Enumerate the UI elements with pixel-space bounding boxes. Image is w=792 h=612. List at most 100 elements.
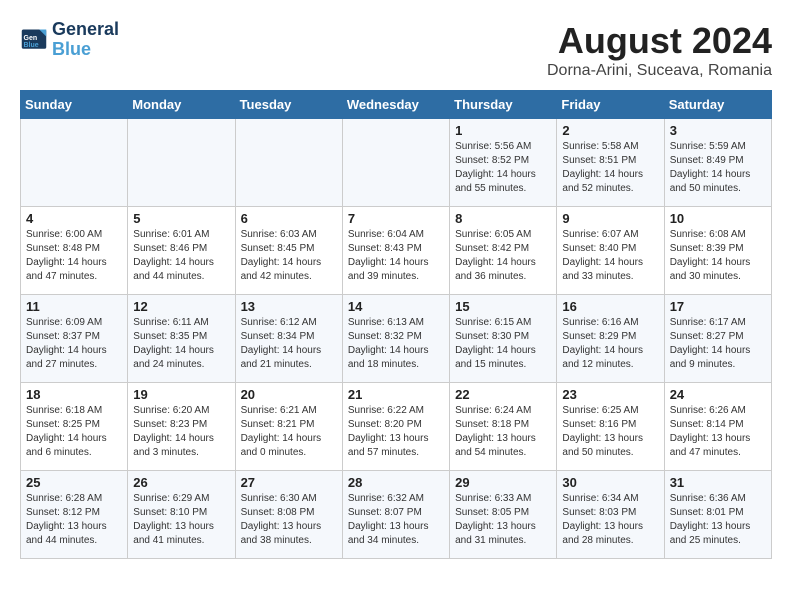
- calendar-cell: 6Sunrise: 6:03 AM Sunset: 8:45 PM Daylig…: [235, 207, 342, 295]
- logo-line1: General: [52, 20, 119, 40]
- calendar-cell: 26 Sunrise: 6:29 AM Sunset: 8:10 PM Dayli…: [128, 471, 235, 559]
- calendar-cell: 13 Sunrise: 6:12 AM Sunset: 8:34 PM Dayli…: [235, 295, 342, 383]
- weekday-header: Sunday: [21, 91, 128, 119]
- day-number: 31: [670, 475, 766, 490]
- day-info: Sunrise: 6:21 AM Sunset: 8:21 PM Dayligh…: [241, 404, 337, 460]
- day-info: Sunrise: 6:11 AM Sunset: 8:35 PM Dayligh…: [133, 316, 229, 372]
- svg-text:Blue: Blue: [24, 42, 39, 49]
- page-header: Gen Blue General Blue August 2024 Dorna-…: [20, 20, 772, 80]
- day-number: 17: [670, 299, 766, 314]
- day-number: 11: [26, 299, 122, 314]
- day-info: Sunrise: 6:00 AM Sunset: 8:48 PM Dayligh…: [26, 228, 122, 284]
- logo-icon: Gen Blue: [20, 26, 48, 54]
- calendar-cell: 20 Sunrise: 6:21 AM Sunset: 8:21 PM Dayli…: [235, 383, 342, 471]
- day-info: Sunrise: 6:24 AM Sunset: 8:18 PM Dayligh…: [455, 404, 551, 460]
- calendar-cell: 7 Sunrise: 6:04 AM Sunset: 8:43 PM Daylig…: [342, 207, 449, 295]
- day-info: Sunrise: 6:17 AM Sunset: 8:27 PM Dayligh…: [670, 316, 766, 372]
- day-info: Sunrise: 6:22 AM Sunset: 8:20 PM Dayligh…: [348, 404, 444, 460]
- day-info: Sunrise: 6:12 AM Sunset: 8:34 PM Dayligh…: [241, 316, 337, 372]
- calendar-cell: 28 Sunrise: 6:32 AM Sunset: 8:07 PM Dayli…: [342, 471, 449, 559]
- day-number: 19: [133, 387, 229, 402]
- calendar-cell: 4Sunrise: 6:00 AM Sunset: 8:48 PM Daylig…: [21, 207, 128, 295]
- weekday-header: Tuesday: [235, 91, 342, 119]
- calendar-cell: 23 Sunrise: 6:25 AM Sunset: 8:16 PM Dayli…: [557, 383, 664, 471]
- calendar-week-row: 4Sunrise: 6:00 AM Sunset: 8:48 PM Daylig…: [21, 207, 772, 295]
- day-info: Sunrise: 5:58 AM Sunset: 8:51 PM Dayligh…: [562, 140, 658, 196]
- logo-text: General Blue: [52, 20, 119, 60]
- calendar-cell: 30Sunrise: 6:34 AM Sunset: 8:03 PM Dayli…: [557, 471, 664, 559]
- day-info: Sunrise: 6:18 AM Sunset: 8:25 PM Dayligh…: [26, 404, 122, 460]
- calendar-cell: [21, 119, 128, 207]
- day-number: 6: [241, 211, 337, 226]
- day-number: 7: [348, 211, 444, 226]
- calendar-cell: 9 Sunrise: 6:07 AM Sunset: 8:40 PM Daylig…: [557, 207, 664, 295]
- calendar-cell: 17 Sunrise: 6:17 AM Sunset: 8:27 PM Dayli…: [664, 295, 771, 383]
- day-number: 23: [562, 387, 658, 402]
- calendar-header: SundayMondayTuesdayWednesdayThursdayFrid…: [21, 91, 772, 119]
- calendar-cell: 25 Sunrise: 6:28 AM Sunset: 8:12 PM Dayli…: [21, 471, 128, 559]
- day-info: Sunrise: 6:25 AM Sunset: 8:16 PM Dayligh…: [562, 404, 658, 460]
- calendar-week-row: 1Sunrise: 5:56 AM Sunset: 8:52 PM Daylig…: [21, 119, 772, 207]
- calendar-week-row: 25 Sunrise: 6:28 AM Sunset: 8:12 PM Dayli…: [21, 471, 772, 559]
- day-number: 26: [133, 475, 229, 490]
- day-number: 27: [241, 475, 337, 490]
- title-block: August 2024 Dorna-Arini, Suceava, Romani…: [547, 20, 772, 80]
- day-info: Sunrise: 6:09 AM Sunset: 8:37 PM Dayligh…: [26, 316, 122, 372]
- day-number: 18: [26, 387, 122, 402]
- day-info: Sunrise: 6:08 AM Sunset: 8:39 PM Dayligh…: [670, 228, 766, 284]
- logo-line2: Blue: [52, 40, 119, 60]
- calendar-cell: 21Sunrise: 6:22 AM Sunset: 8:20 PM Dayli…: [342, 383, 449, 471]
- day-info: Sunrise: 6:26 AM Sunset: 8:14 PM Dayligh…: [670, 404, 766, 460]
- day-info: Sunrise: 6:07 AM Sunset: 8:40 PM Dayligh…: [562, 228, 658, 284]
- day-number: 12: [133, 299, 229, 314]
- calendar-cell: [342, 119, 449, 207]
- month-year: August 2024: [547, 20, 772, 62]
- weekday-header: Friday: [557, 91, 664, 119]
- calendar-cell: [235, 119, 342, 207]
- calendar-cell: 12 Sunrise: 6:11 AM Sunset: 8:35 PM Dayli…: [128, 295, 235, 383]
- calendar-cell: 10 Sunrise: 6:08 AM Sunset: 8:39 PM Dayli…: [664, 207, 771, 295]
- day-number: 28: [348, 475, 444, 490]
- day-info: Sunrise: 6:32 AM Sunset: 8:07 PM Dayligh…: [348, 492, 444, 548]
- day-info: Sunrise: 6:28 AM Sunset: 8:12 PM Dayligh…: [26, 492, 122, 548]
- weekday-header: Monday: [128, 91, 235, 119]
- calendar-cell: 22 Sunrise: 6:24 AM Sunset: 8:18 PM Dayli…: [450, 383, 557, 471]
- day-number: 22: [455, 387, 551, 402]
- day-number: 8: [455, 211, 551, 226]
- weekday-header: Saturday: [664, 91, 771, 119]
- calendar-cell: [128, 119, 235, 207]
- calendar-cell: 15Sunrise: 6:15 AM Sunset: 8:30 PM Dayli…: [450, 295, 557, 383]
- day-info: Sunrise: 6:34 AM Sunset: 8:03 PM Dayligh…: [562, 492, 658, 548]
- day-info: Sunrise: 6:01 AM Sunset: 8:46 PM Dayligh…: [133, 228, 229, 284]
- day-info: Sunrise: 6:04 AM Sunset: 8:43 PM Dayligh…: [348, 228, 444, 284]
- day-info: Sunrise: 6:33 AM Sunset: 8:05 PM Dayligh…: [455, 492, 551, 548]
- calendar-cell: 11 Sunrise: 6:09 AM Sunset: 8:37 PM Dayli…: [21, 295, 128, 383]
- day-number: 3: [670, 123, 766, 138]
- calendar-cell: 27Sunrise: 6:30 AM Sunset: 8:08 PM Dayli…: [235, 471, 342, 559]
- day-number: 20: [241, 387, 337, 402]
- day-number: 2: [562, 123, 658, 138]
- calendar-cell: 18 Sunrise: 6:18 AM Sunset: 8:25 PM Dayli…: [21, 383, 128, 471]
- day-number: 24: [670, 387, 766, 402]
- calendar-cell: 16Sunrise: 6:16 AM Sunset: 8:29 PM Dayli…: [557, 295, 664, 383]
- calendar-cell: 2 Sunrise: 5:58 AM Sunset: 8:51 PM Daylig…: [557, 119, 664, 207]
- day-number: 10: [670, 211, 766, 226]
- day-info: Sunrise: 6:05 AM Sunset: 8:42 PM Dayligh…: [455, 228, 551, 284]
- calendar-cell: 8 Sunrise: 6:05 AM Sunset: 8:42 PM Daylig…: [450, 207, 557, 295]
- calendar-cell: 24 Sunrise: 6:26 AM Sunset: 8:14 PM Dayli…: [664, 383, 771, 471]
- day-info: Sunrise: 6:29 AM Sunset: 8:10 PM Dayligh…: [133, 492, 229, 548]
- weekday-header: Thursday: [450, 91, 557, 119]
- day-number: 5: [133, 211, 229, 226]
- day-number: 25: [26, 475, 122, 490]
- day-info: Sunrise: 6:15 AM Sunset: 8:30 PM Dayligh…: [455, 316, 551, 372]
- weekday-header: Wednesday: [342, 91, 449, 119]
- location: Dorna-Arini, Suceava, Romania: [547, 62, 772, 80]
- day-number: 9: [562, 211, 658, 226]
- day-info: Sunrise: 5:59 AM Sunset: 8:49 PM Dayligh…: [670, 140, 766, 196]
- calendar-cell: 29Sunrise: 6:33 AM Sunset: 8:05 PM Dayli…: [450, 471, 557, 559]
- day-info: Sunrise: 6:20 AM Sunset: 8:23 PM Dayligh…: [133, 404, 229, 460]
- calendar-table: SundayMondayTuesdayWednesdayThursdayFrid…: [20, 90, 772, 559]
- calendar-cell: 31Sunrise: 6:36 AM Sunset: 8:01 PM Dayli…: [664, 471, 771, 559]
- day-number: 13: [241, 299, 337, 314]
- calendar-week-row: 18 Sunrise: 6:18 AM Sunset: 8:25 PM Dayli…: [21, 383, 772, 471]
